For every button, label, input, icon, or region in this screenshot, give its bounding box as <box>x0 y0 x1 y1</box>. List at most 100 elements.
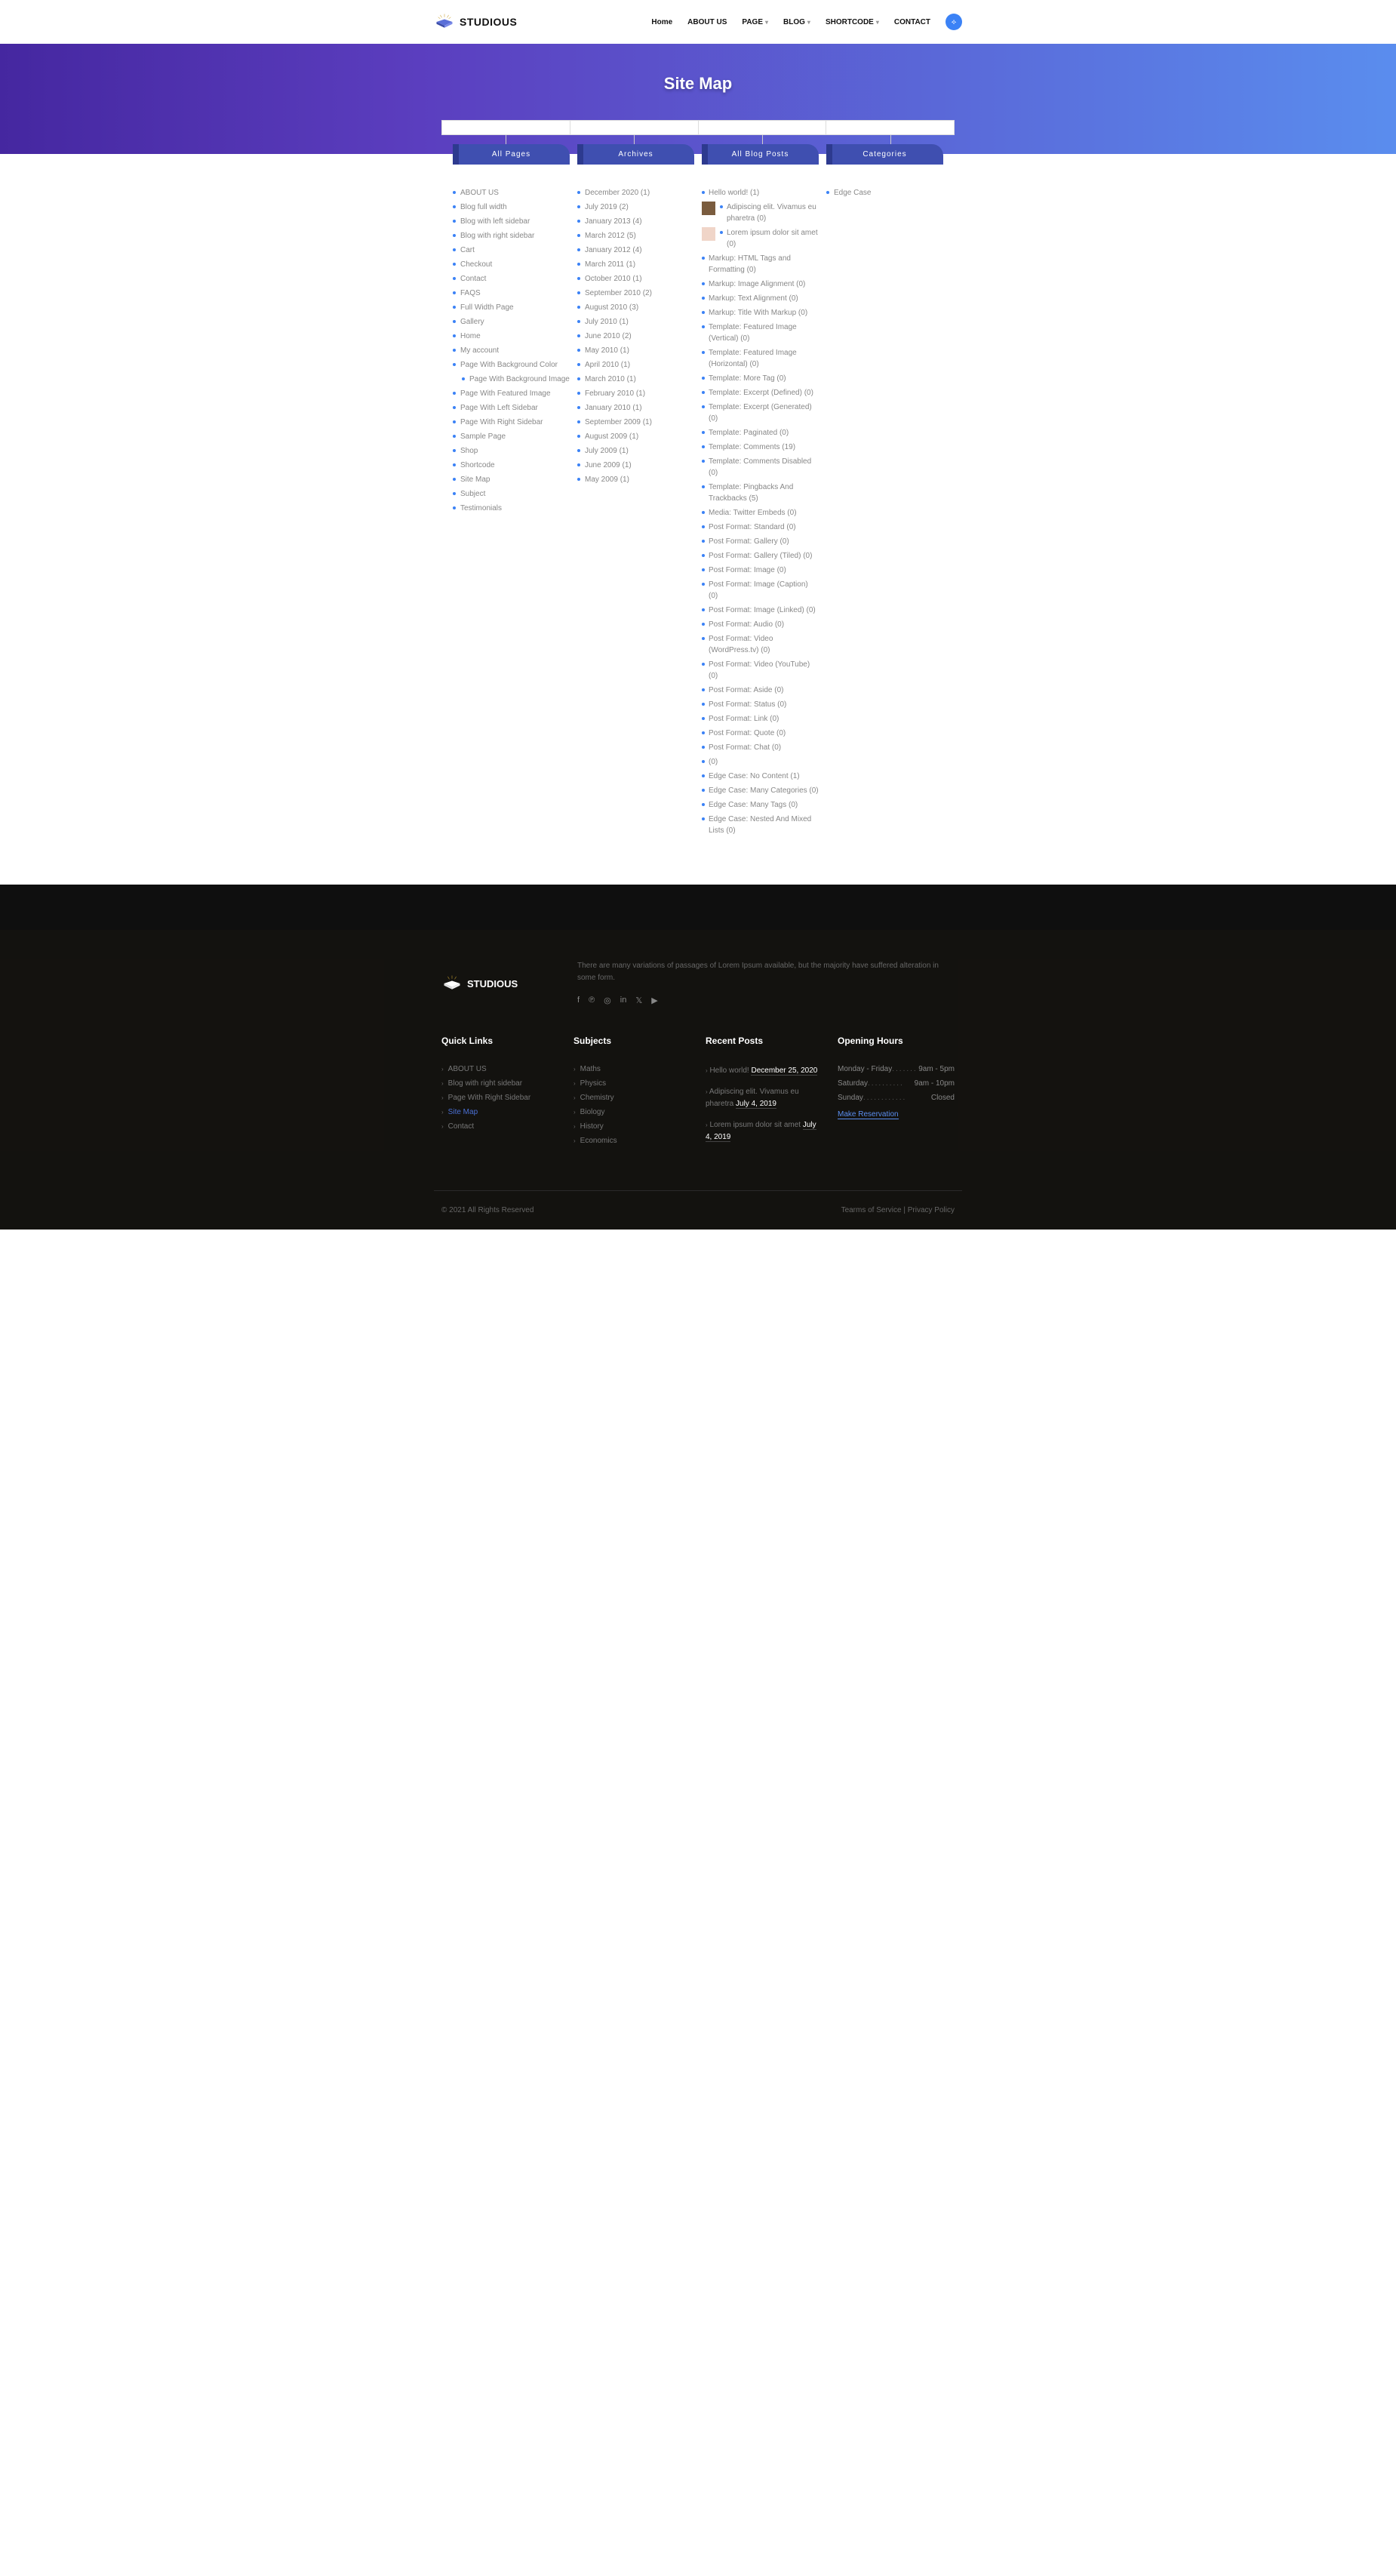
footer-link[interactable]: ›Physics <box>573 1079 690 1088</box>
sitemap-link[interactable]: March 2011 (1) <box>577 259 694 270</box>
sitemap-link[interactable]: January 2013 (4) <box>577 216 694 227</box>
footer-link[interactable]: ›Site Map <box>441 1108 558 1116</box>
sitemap-link[interactable]: September 2010 (2) <box>577 288 694 299</box>
terms-link[interactable]: Tearms of Service <box>841 1206 902 1214</box>
sitemap-link[interactable]: Home <box>453 331 570 342</box>
blog-post-link[interactable]: Template: Excerpt (Generated) (0) <box>702 402 819 424</box>
sitemap-link[interactable]: July 2019 (2) <box>577 202 694 213</box>
blog-post-link[interactable]: Post Format: Gallery (0) <box>702 536 819 547</box>
sitemap-link[interactable]: February 2010 (1) <box>577 388 694 399</box>
sitemap-link[interactable]: Site Map <box>453 474 570 485</box>
sitemap-link[interactable]: July 2010 (1) <box>577 316 694 328</box>
blog-post-link[interactable]: Edge Case: Many Tags (0) <box>702 799 819 811</box>
tab-posts[interactable]: All Blog Posts <box>702 144 819 165</box>
youtube-icon[interactable]: ▶ <box>651 996 657 1005</box>
footer-link[interactable]: ›Economics <box>573 1137 690 1145</box>
sitemap-link[interactable]: My account <box>453 345 570 356</box>
blog-post-link[interactable]: Post Format: Chat (0) <box>702 742 819 753</box>
blog-post-link[interactable]: Template: Featured Image (Vertical) (0) <box>702 322 819 344</box>
footer-logo[interactable]: STUDIOUS <box>441 975 555 992</box>
recent-post[interactable]: › Adipiscing elit. Vivamus eu pharetra J… <box>706 1086 823 1110</box>
blog-post-link[interactable]: Edge Case: Many Categories (0) <box>702 785 819 796</box>
privacy-link[interactable]: Privacy Policy <box>908 1206 955 1214</box>
sitemap-link[interactable]: Gallery <box>453 316 570 328</box>
blog-post-link[interactable]: Post Format: Image (Linked) (0) <box>702 605 819 616</box>
sitemap-link[interactable]: Page With Background Image <box>462 374 570 385</box>
footer-link[interactable]: ›History <box>573 1122 690 1131</box>
footer-link[interactable]: ›Maths <box>573 1065 690 1073</box>
footer-link[interactable]: ›ABOUT US <box>441 1065 558 1073</box>
pinterest-icon[interactable]: ℗ <box>589 996 595 1005</box>
blog-post-link[interactable]: Edge Case: No Content (1) <box>702 771 819 782</box>
recent-post[interactable]: › Lorem ipsum dolor sit amet July 4, 201… <box>706 1119 823 1143</box>
blog-post-link[interactable]: Template: Comments Disabled (0) <box>702 456 819 479</box>
sitemap-link[interactable]: June 2010 (2) <box>577 331 694 342</box>
sitemap-link[interactable]: May 2010 (1) <box>577 345 694 356</box>
nav-blog[interactable]: BLOG▾ <box>783 18 810 26</box>
blog-post-link[interactable]: Adipiscing elit. Vivamus eu pharetra (0) <box>702 202 819 224</box>
sitemap-link[interactable]: May 2009 (1) <box>577 474 694 485</box>
blog-post-link[interactable]: Template: Excerpt (Defined) (0) <box>702 387 819 399</box>
blog-post-link[interactable]: Markup: Title With Markup (0) <box>702 307 819 319</box>
footer-link[interactable]: ›Chemistry <box>573 1094 690 1102</box>
blog-post-link[interactable]: Post Format: Video (WordPress.tv) (0) <box>702 633 819 656</box>
tab-categories[interactable]: Categories <box>826 144 943 165</box>
blog-post-link[interactable]: Post Format: Image (Caption) (0) <box>702 579 819 602</box>
blog-post-link[interactable]: Template: Paginated (0) <box>702 427 819 439</box>
sitemap-link[interactable]: Full Width Page <box>453 302 570 313</box>
sitemap-link[interactable]: July 2009 (1) <box>577 445 694 457</box>
nav-home[interactable]: Home <box>651 18 672 26</box>
sitemap-link[interactable]: August 2010 (3) <box>577 302 694 313</box>
sitemap-link[interactable]: Shop <box>453 445 570 457</box>
sitemap-link[interactable]: Page With Left Sidebar <box>453 402 570 414</box>
blog-post-link[interactable]: Template: Pingbacks And Trackbacks (5) <box>702 482 819 504</box>
sitemap-link[interactable]: January 2012 (4) <box>577 245 694 256</box>
nav-about[interactable]: ABOUT US <box>687 18 727 26</box>
sitemap-link[interactable]: April 2010 (1) <box>577 359 694 371</box>
blog-post-link[interactable]: Markup: Image Alignment (0) <box>702 279 819 290</box>
footer-link[interactable]: ›Blog with right sidebar <box>441 1079 558 1088</box>
sitemap-link[interactable]: Page With Right Sidebar <box>453 417 570 428</box>
blog-post-link[interactable]: Post Format: Link (0) <box>702 713 819 725</box>
facebook-icon[interactable]: f <box>577 996 580 1005</box>
sitemap-link[interactable]: Page With Featured Image <box>453 388 570 399</box>
sitemap-link[interactable]: September 2009 (1) <box>577 417 694 428</box>
sitemap-link[interactable]: Cart <box>453 245 570 256</box>
blog-post-link[interactable]: Template: Comments (19) <box>702 442 819 453</box>
blog-post-link[interactable]: Post Format: Status (0) <box>702 699 819 710</box>
sitemap-link[interactable]: Blog with left sidebar <box>453 216 570 227</box>
blog-post-link[interactable]: Lorem ipsum dolor sit amet (0) <box>702 227 819 250</box>
blog-post-link[interactable]: Template: Featured Image (Horizontal) (0… <box>702 347 819 370</box>
sitemap-link[interactable]: June 2009 (1) <box>577 460 694 471</box>
share-button[interactable]: ⟡ <box>946 14 962 30</box>
sitemap-link[interactable]: Shortcode <box>453 460 570 471</box>
blog-post-link[interactable]: Post Format: Standard (0) <box>702 522 819 533</box>
blog-post-link[interactable]: Hello world! (1) <box>702 187 819 199</box>
sitemap-link[interactable]: Contact <box>453 273 570 285</box>
sitemap-link[interactable]: December 2020 (1) <box>577 187 694 199</box>
sitemap-link[interactable]: October 2010 (1) <box>577 273 694 285</box>
tab-archives[interactable]: Archives <box>577 144 694 165</box>
blog-post-link[interactable]: Template: More Tag (0) <box>702 373 819 384</box>
reservation-link[interactable]: Make Reservation <box>838 1110 899 1119</box>
nav-contact[interactable]: CONTACT <box>894 18 930 26</box>
nav-shortcode[interactable]: SHORTCODE▾ <box>826 18 879 26</box>
recent-post[interactable]: › Hello world! December 25, 2020 <box>706 1065 823 1077</box>
nav-page[interactable]: PAGE▾ <box>742 18 768 26</box>
logo[interactable]: STUDIOUS <box>434 14 517 30</box>
footer-link[interactable]: ›Biology <box>573 1108 690 1116</box>
twitter-icon[interactable]: 𝕏 <box>635 996 642 1005</box>
blog-post-link[interactable]: Post Format: Gallery (Tiled) (0) <box>702 550 819 562</box>
sitemap-link[interactable]: ABOUT US <box>453 187 570 199</box>
tab-pages[interactable]: All Pages <box>453 144 570 165</box>
sitemap-link[interactable]: March 2012 (5) <box>577 230 694 242</box>
blog-post-link[interactable]: Edge Case: Nested And Mixed Lists (0) <box>702 814 819 836</box>
blog-post-link[interactable]: Post Format: Video (YouTube) (0) <box>702 659 819 682</box>
sitemap-link[interactable]: Blog full width <box>453 202 570 213</box>
blog-post-link[interactable]: Markup: HTML Tags and Formatting (0) <box>702 253 819 275</box>
blog-post-link[interactable]: Post Format: Image (0) <box>702 565 819 576</box>
sitemap-link[interactable]: Edge Case <box>826 187 943 199</box>
sitemap-link[interactable]: Testimonials <box>453 503 570 514</box>
linkedin-icon[interactable]: in <box>620 996 627 1005</box>
blog-post-link[interactable]: Markup: Text Alignment (0) <box>702 293 819 304</box>
